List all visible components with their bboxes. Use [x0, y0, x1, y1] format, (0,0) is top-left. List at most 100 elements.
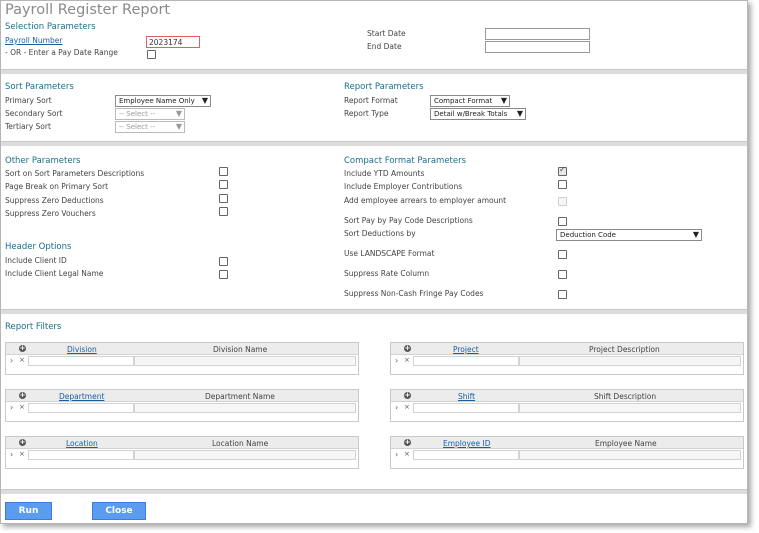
- chevron-down-icon: ▼: [175, 122, 182, 131]
- plus-circle-icon[interactable]: +: [404, 345, 411, 352]
- close-icon[interactable]: ×: [404, 356, 410, 364]
- report-format-label: Report Format: [344, 96, 398, 105]
- division-column-header[interactable]: Division: [67, 345, 97, 354]
- shift-filter-grid: + Shift Shift Description › ×: [390, 389, 744, 422]
- suppress-zero-vouchers-label: Suppress Zero Vouchers: [5, 209, 96, 218]
- department-name-column-header: Department Name: [205, 392, 275, 401]
- payroll-register-window: Payroll Register Report Selection Parame…: [0, 0, 748, 524]
- tertiary-sort-value: -- Select --: [119, 123, 156, 131]
- report-type-label: Report Type: [344, 109, 389, 118]
- chevron-right-icon[interactable]: ›: [10, 356, 13, 365]
- payroll-number-input[interactable]: 2023174: [146, 36, 200, 48]
- include-client-legal-name-checkbox[interactable]: [219, 270, 228, 279]
- location-name-cell: [134, 450, 356, 460]
- include-employer-contributions-checkbox[interactable]: [558, 180, 567, 189]
- suppress-rate-checkbox[interactable]: [558, 270, 567, 279]
- chevron-right-icon[interactable]: ›: [395, 403, 398, 412]
- include-employer-contributions-label: Include Employer Contributions: [344, 182, 463, 191]
- plus-circle-icon[interactable]: +: [19, 345, 26, 352]
- location-filter-grid: + Location Location Name › ×: [5, 436, 359, 469]
- sort-deductions-label: Sort Deductions by: [344, 229, 416, 238]
- project-column-header[interactable]: Project: [453, 345, 479, 354]
- include-client-id-checkbox[interactable]: [219, 257, 228, 266]
- location-name-column-header: Location Name: [212, 439, 269, 448]
- sort-parameters-heading: Sort Parameters: [5, 82, 74, 92]
- division-name-cell: [134, 356, 356, 366]
- end-date-label: End Date: [367, 42, 402, 51]
- tertiary-sort-label: Tertiary Sort: [5, 122, 51, 131]
- department-name-cell: [134, 403, 356, 413]
- secondary-sort-select[interactable]: -- Select -- ▼: [115, 108, 185, 120]
- other-parameters-heading: Other Parameters: [5, 156, 81, 166]
- secondary-sort-label: Secondary Sort: [5, 109, 63, 118]
- shift-description-cell: [519, 403, 741, 413]
- plus-circle-icon[interactable]: +: [404, 392, 411, 399]
- close-icon[interactable]: ×: [19, 450, 25, 458]
- close-button[interactable]: Close: [92, 502, 146, 520]
- chevron-down-icon: ▼: [692, 230, 699, 239]
- report-filters-heading: Report Filters: [5, 322, 62, 332]
- report-type-value: Detail w/Break Totals: [434, 110, 508, 118]
- location-cell[interactable]: [28, 450, 134, 460]
- tertiary-sort-select[interactable]: -- Select -- ▼: [115, 121, 185, 133]
- header-options-heading: Header Options: [5, 242, 72, 252]
- suppress-fringe-label: Suppress Non-Cash Fringe Pay Codes: [344, 289, 484, 298]
- shift-column-header[interactable]: Shift: [458, 392, 475, 401]
- primary-sort-select[interactable]: Employee Name Only ▼: [115, 95, 211, 107]
- landscape-format-label: Use LANDSCAPE Format: [344, 249, 435, 258]
- employee-id-cell[interactable]: [413, 450, 519, 460]
- project-description-column-header: Project Description: [589, 345, 660, 354]
- plus-circle-icon[interactable]: +: [404, 439, 411, 446]
- department-filter-grid: + Department Department Name › ×: [5, 389, 359, 422]
- sort-deductions-value: Deduction Code: [560, 231, 616, 239]
- division-cell[interactable]: [28, 356, 134, 366]
- department-cell[interactable]: [28, 403, 134, 413]
- start-date-label: Start Date: [367, 29, 406, 38]
- pay-date-range-checkbox[interactable]: [147, 50, 156, 59]
- sort-descriptions-checkbox[interactable]: [219, 167, 228, 176]
- employee-filter-grid: + Employee ID Employee Name › ×: [390, 436, 744, 469]
- suppress-fringe-checkbox[interactable]: [558, 290, 567, 299]
- plus-circle-icon[interactable]: +: [19, 439, 26, 446]
- plus-circle-icon[interactable]: +: [19, 392, 26, 399]
- suppress-zero-deductions-checkbox[interactable]: [219, 194, 228, 203]
- page-break-checkbox[interactable]: [219, 180, 228, 189]
- sort-pay-descriptions-checkbox[interactable]: [558, 217, 567, 226]
- suppress-zero-deductions-label: Suppress Zero Deductions: [5, 196, 104, 205]
- close-icon[interactable]: ×: [19, 403, 25, 411]
- division-name-column-header: Division Name: [213, 345, 268, 354]
- payroll-number-link[interactable]: Payroll Number: [5, 36, 62, 45]
- department-column-header[interactable]: Department: [59, 392, 104, 401]
- report-format-select[interactable]: Compact Format ▼: [430, 95, 510, 107]
- close-icon[interactable]: ×: [404, 403, 410, 411]
- include-ytd-label: Include YTD Amounts: [344, 169, 425, 178]
- chevron-right-icon[interactable]: ›: [395, 356, 398, 365]
- chevron-down-icon: ▼: [175, 109, 182, 118]
- secondary-sort-value: -- Select --: [119, 110, 156, 118]
- shift-description-column-header: Shift Description: [594, 392, 657, 401]
- suppress-zero-vouchers-checkbox[interactable]: [219, 207, 228, 216]
- chevron-right-icon[interactable]: ›: [10, 403, 13, 412]
- end-date-input[interactable]: [485, 41, 590, 53]
- close-icon[interactable]: ×: [19, 356, 25, 364]
- location-column-header[interactable]: Location: [66, 439, 98, 448]
- page-break-label: Page Break on Primary Sort: [5, 182, 109, 191]
- chevron-right-icon[interactable]: ›: [395, 450, 398, 459]
- employee-id-column-header[interactable]: Employee ID: [443, 439, 491, 448]
- add-arrears-label: Add employee arrears to employer amount: [344, 196, 507, 205]
- sort-deductions-select[interactable]: Deduction Code ▼: [556, 229, 702, 241]
- report-parameters-heading: Report Parameters: [344, 82, 424, 92]
- grid-header: [6, 437, 358, 449]
- add-arrears-checkbox[interactable]: [558, 197, 567, 206]
- project-cell[interactable]: [413, 356, 519, 366]
- include-ytd-checkbox[interactable]: [558, 165, 567, 176]
- chevron-down-icon: ▼: [500, 96, 507, 105]
- landscape-format-checkbox[interactable]: [558, 250, 567, 259]
- start-date-input[interactable]: [485, 28, 590, 40]
- run-button[interactable]: Run: [5, 502, 52, 520]
- close-icon[interactable]: ×: [404, 450, 410, 458]
- shift-cell[interactable]: [413, 403, 519, 413]
- chevron-right-icon[interactable]: ›: [10, 450, 13, 459]
- report-type-select[interactable]: Detail w/Break Totals ▼: [430, 108, 526, 120]
- project-filter-grid: + Project Project Description › ×: [390, 342, 744, 375]
